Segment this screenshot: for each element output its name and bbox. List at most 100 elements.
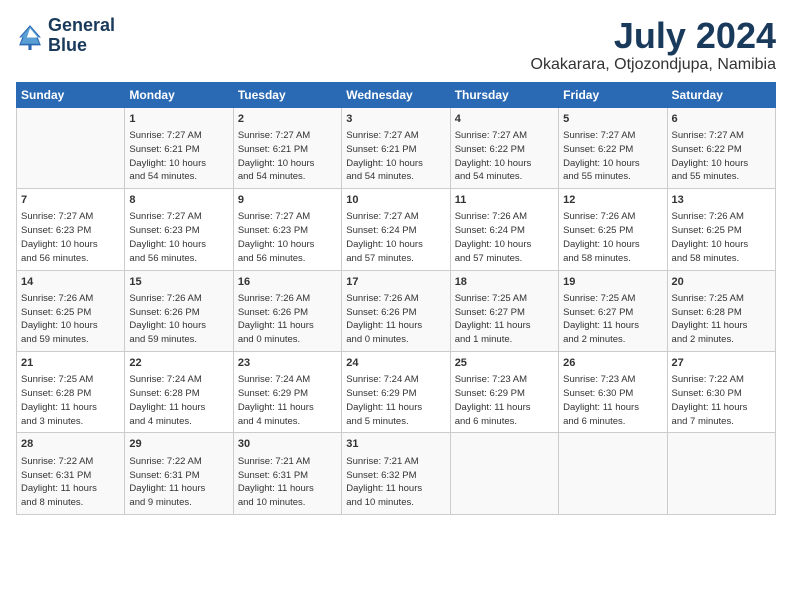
day-info: Sunrise: 7:23 AM Sunset: 6:29 PM Dayligh…	[455, 373, 554, 428]
calendar-cell: 24 Sunrise: 7:24 AM Sunset: 6:29 PM Dayli…	[342, 351, 450, 432]
day-info: Sunrise: 7:24 AM Sunset: 6:28 PM Dayligh…	[129, 373, 228, 428]
day-number: 28	[21, 437, 120, 452]
page-header: General Blue July 2024 Okakarara, Otjozo…	[16, 16, 776, 74]
calendar-cell: 13Sunrise: 7:26 AM Sunset: 6:25 PM Dayli…	[667, 189, 775, 270]
day-info: Sunrise: 7:27 AM Sunset: 6:23 PM Dayligh…	[21, 210, 120, 265]
calendar-cell: 5 Sunrise: 7:27 AM Sunset: 6:22 PM Daylig…	[559, 107, 667, 188]
calendar-cell	[667, 433, 775, 514]
calendar-cell: 8 Sunrise: 7:27 AM Sunset: 6:23 PM Daylig…	[125, 189, 233, 270]
logo-icon	[16, 22, 44, 50]
calendar-cell: 4Sunrise: 7:27 AM Sunset: 6:22 PM Daylig…	[450, 107, 558, 188]
calendar-cell: 7 Sunrise: 7:27 AM Sunset: 6:23 PM Daylig…	[17, 189, 125, 270]
calendar-cell: 29Sunrise: 7:22 AM Sunset: 6:31 PM Dayli…	[125, 433, 233, 514]
column-header-monday: Monday	[125, 82, 233, 107]
day-number: 1	[129, 112, 228, 127]
day-number: 2	[238, 112, 337, 127]
day-info: Sunrise: 7:25 AM Sunset: 6:28 PM Dayligh…	[21, 373, 120, 428]
day-number: 23	[238, 356, 337, 371]
day-number: 25	[455, 356, 554, 371]
column-header-sunday: Sunday	[17, 82, 125, 107]
calendar-cell: 23 Sunrise: 7:24 AM Sunset: 6:29 PM Dayli…	[233, 351, 341, 432]
day-info: Sunrise: 7:26 AM Sunset: 6:26 PM Dayligh…	[346, 292, 445, 347]
day-info: Sunrise: 7:22 AM Sunset: 6:30 PM Dayligh…	[672, 373, 771, 428]
calendar-cell: 6 Sunrise: 7:27 AM Sunset: 6:22 PM Daylig…	[667, 107, 775, 188]
day-info: Sunrise: 7:24 AM Sunset: 6:29 PM Dayligh…	[346, 373, 445, 428]
day-info: Sunrise: 7:25 AM Sunset: 6:28 PM Dayligh…	[672, 292, 771, 347]
day-info: Sunrise: 7:26 AM Sunset: 6:26 PM Dayligh…	[238, 292, 337, 347]
column-header-wednesday: Wednesday	[342, 82, 450, 107]
column-header-thursday: Thursday	[450, 82, 558, 107]
calendar-cell: 12 Sunrise: 7:26 AM Sunset: 6:25 PM Dayli…	[559, 189, 667, 270]
title-block: July 2024 Okakarara, Otjozondjupa, Namib…	[531, 16, 776, 74]
calendar-cell: 11Sunrise: 7:26 AM Sunset: 6:24 PM Dayli…	[450, 189, 558, 270]
day-number: 18	[455, 275, 554, 290]
day-info: Sunrise: 7:22 AM Sunset: 6:31 PM Dayligh…	[21, 455, 120, 510]
day-info: Sunrise: 7:27 AM Sunset: 6:22 PM Dayligh…	[563, 129, 662, 184]
day-number: 3	[346, 112, 445, 127]
day-number: 12	[563, 193, 662, 208]
day-number: 27	[672, 356, 771, 371]
calendar-cell	[450, 433, 558, 514]
calendar-cell	[559, 433, 667, 514]
day-info: Sunrise: 7:23 AM Sunset: 6:30 PM Dayligh…	[563, 373, 662, 428]
day-info: Sunrise: 7:27 AM Sunset: 6:22 PM Dayligh…	[455, 129, 554, 184]
day-number: 17	[346, 275, 445, 290]
day-info: Sunrise: 7:26 AM Sunset: 6:25 PM Dayligh…	[563, 210, 662, 265]
day-info: Sunrise: 7:27 AM Sunset: 6:24 PM Dayligh…	[346, 210, 445, 265]
day-number: 24	[346, 356, 445, 371]
calendar-cell: 17 Sunrise: 7:26 AM Sunset: 6:26 PM Dayli…	[342, 270, 450, 351]
calendar-cell: 3 Sunrise: 7:27 AM Sunset: 6:21 PM Daylig…	[342, 107, 450, 188]
day-number: 9	[238, 193, 337, 208]
column-header-friday: Friday	[559, 82, 667, 107]
day-number: 5	[563, 112, 662, 127]
calendar-cell: 25 Sunrise: 7:23 AM Sunset: 6:29 PM Dayli…	[450, 351, 558, 432]
day-info: Sunrise: 7:25 AM Sunset: 6:27 PM Dayligh…	[455, 292, 554, 347]
day-info: Sunrise: 7:26 AM Sunset: 6:25 PM Dayligh…	[21, 292, 120, 347]
column-header-saturday: Saturday	[667, 82, 775, 107]
day-info: Sunrise: 7:24 AM Sunset: 6:29 PM Dayligh…	[238, 373, 337, 428]
day-number: 31	[346, 437, 445, 452]
day-number: 20	[672, 275, 771, 290]
calendar-cell	[17, 107, 125, 188]
day-number: 26	[563, 356, 662, 371]
calendar-cell: 27 Sunrise: 7:22 AM Sunset: 6:30 PM Dayli…	[667, 351, 775, 432]
day-number: 21	[21, 356, 120, 371]
calendar-cell: 28 Sunrise: 7:22 AM Sunset: 6:31 PM Dayli…	[17, 433, 125, 514]
day-number: 7	[21, 193, 120, 208]
day-info: Sunrise: 7:27 AM Sunset: 6:21 PM Dayligh…	[129, 129, 228, 184]
day-number: 10	[346, 193, 445, 208]
day-info: Sunrise: 7:27 AM Sunset: 6:23 PM Dayligh…	[238, 210, 337, 265]
calendar-cell: 21 Sunrise: 7:25 AM Sunset: 6:28 PM Dayli…	[17, 351, 125, 432]
calendar-cell: 2 Sunrise: 7:27 AM Sunset: 6:21 PM Daylig…	[233, 107, 341, 188]
calendar-table: SundayMondayTuesdayWednesdayThursdayFrid…	[16, 82, 776, 515]
calendar-cell: 18 Sunrise: 7:25 AM Sunset: 6:27 PM Dayli…	[450, 270, 558, 351]
day-info: Sunrise: 7:27 AM Sunset: 6:21 PM Dayligh…	[238, 129, 337, 184]
day-number: 16	[238, 275, 337, 290]
day-info: Sunrise: 7:21 AM Sunset: 6:32 PM Dayligh…	[346, 455, 445, 510]
calendar-cell: 15Sunrise: 7:26 AM Sunset: 6:26 PM Dayli…	[125, 270, 233, 351]
logo-text: General Blue	[48, 16, 115, 56]
logo: General Blue	[16, 16, 115, 56]
day-info: Sunrise: 7:27 AM Sunset: 6:22 PM Dayligh…	[672, 129, 771, 184]
day-info: Sunrise: 7:27 AM Sunset: 6:23 PM Dayligh…	[129, 210, 228, 265]
day-number: 29	[129, 437, 228, 452]
calendar-cell: 14 Sunrise: 7:26 AM Sunset: 6:25 PM Dayli…	[17, 270, 125, 351]
day-info: Sunrise: 7:27 AM Sunset: 6:21 PM Dayligh…	[346, 129, 445, 184]
calendar-cell: 16 Sunrise: 7:26 AM Sunset: 6:26 PM Dayli…	[233, 270, 341, 351]
day-number: 14	[21, 275, 120, 290]
day-number: 6	[672, 112, 771, 127]
calendar-cell: 30 Sunrise: 7:21 AM Sunset: 6:31 PM Dayli…	[233, 433, 341, 514]
calendar-cell: 31 Sunrise: 7:21 AM Sunset: 6:32 PM Dayli…	[342, 433, 450, 514]
location-title: Okakarara, Otjozondjupa, Namibia	[531, 56, 776, 74]
day-number: 19	[563, 275, 662, 290]
day-number: 13	[672, 193, 771, 208]
day-info: Sunrise: 7:25 AM Sunset: 6:27 PM Dayligh…	[563, 292, 662, 347]
calendar-cell: 1 Sunrise: 7:27 AM Sunset: 6:21 PM Daylig…	[125, 107, 233, 188]
day-number: 8	[129, 193, 228, 208]
calendar-cell: 9 Sunrise: 7:27 AM Sunset: 6:23 PM Daylig…	[233, 189, 341, 270]
calendar-cell: 10 Sunrise: 7:27 AM Sunset: 6:24 PM Dayli…	[342, 189, 450, 270]
day-number: 30	[238, 437, 337, 452]
day-info: Sunrise: 7:21 AM Sunset: 6:31 PM Dayligh…	[238, 455, 337, 510]
month-title: July 2024	[531, 16, 776, 56]
calendar-cell: 20 Sunrise: 7:25 AM Sunset: 6:28 PM Dayli…	[667, 270, 775, 351]
